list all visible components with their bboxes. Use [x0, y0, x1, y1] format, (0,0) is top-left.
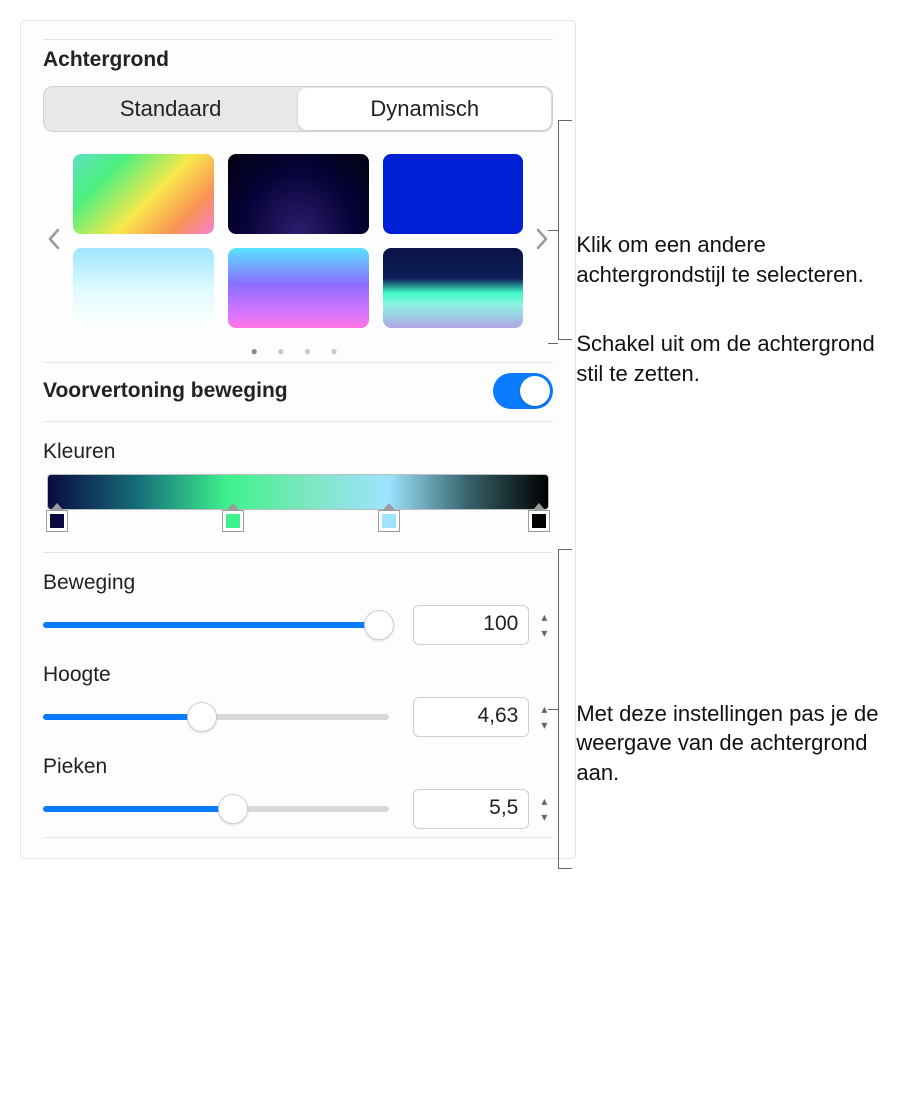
- chevron-left-icon[interactable]: [43, 226, 65, 257]
- stepper-down-icon[interactable]: ▾: [535, 718, 553, 732]
- background-thumbnail[interactable]: [73, 154, 214, 234]
- stepper-down-icon[interactable]: ▾: [535, 626, 553, 640]
- color-stop[interactable]: [378, 510, 400, 532]
- beweging-value[interactable]: 100: [413, 605, 529, 645]
- background-settings-panel: Achtergrond Standaard Dynamisch ● ● ● ● …: [20, 20, 576, 859]
- divider: [43, 552, 553, 553]
- background-mode-segment: Standaard Dynamisch: [43, 86, 553, 132]
- beweging-slider[interactable]: [43, 611, 389, 639]
- callout-adjust-look: Met deze instellingen pas je de weergave…: [576, 699, 904, 788]
- background-thumbnail[interactable]: [73, 248, 214, 328]
- hoogte-label: Hoogte: [43, 663, 553, 687]
- color-stop[interactable]: [222, 510, 244, 532]
- stepper-up-icon[interactable]: ▴: [535, 610, 553, 624]
- color-gradient-bar[interactable]: [47, 474, 549, 510]
- background-section-title: Achtergrond: [43, 48, 553, 72]
- callout-select-style: Klik om een andere achtergrondstijl te s…: [576, 230, 904, 289]
- pieken-label: Pieken: [43, 755, 553, 779]
- colors-label: Kleuren: [43, 440, 553, 464]
- pieken-value[interactable]: 5,5: [413, 789, 529, 829]
- hoogte-value[interactable]: 4,63: [413, 697, 529, 737]
- preview-motion-label: Voorvertoning beweging: [43, 379, 288, 403]
- background-thumbnail[interactable]: [228, 248, 369, 328]
- callout-column: Klik om een andere achtergrondstijl te s…: [576, 20, 904, 859]
- color-stop[interactable]: [46, 510, 68, 532]
- divider: [43, 362, 553, 363]
- tab-dynamic[interactable]: Dynamisch: [298, 88, 551, 130]
- divider: [43, 421, 553, 422]
- background-thumbnail[interactable]: [383, 154, 524, 234]
- page-dots[interactable]: ● ● ● ●: [43, 344, 553, 358]
- hoogte-slider[interactable]: [43, 703, 389, 731]
- stepper-up-icon[interactable]: ▴: [535, 794, 553, 808]
- beweging-label: Beweging: [43, 571, 553, 595]
- callout-toggle-motion: Schakel uit om de achtergrond stil te ze…: [576, 329, 904, 388]
- background-thumbnail[interactable]: [383, 248, 524, 328]
- color-stops-row: [47, 510, 549, 538]
- preview-motion-toggle[interactable]: [493, 373, 553, 409]
- background-style-picker: [43, 154, 553, 328]
- stepper-down-icon[interactable]: ▾: [535, 810, 553, 824]
- color-stop[interactable]: [528, 510, 550, 532]
- tab-standard[interactable]: Standaard: [44, 87, 297, 131]
- background-thumbnail[interactable]: [228, 154, 369, 234]
- divider: [43, 39, 553, 40]
- divider: [43, 837, 553, 838]
- pieken-slider[interactable]: [43, 795, 389, 823]
